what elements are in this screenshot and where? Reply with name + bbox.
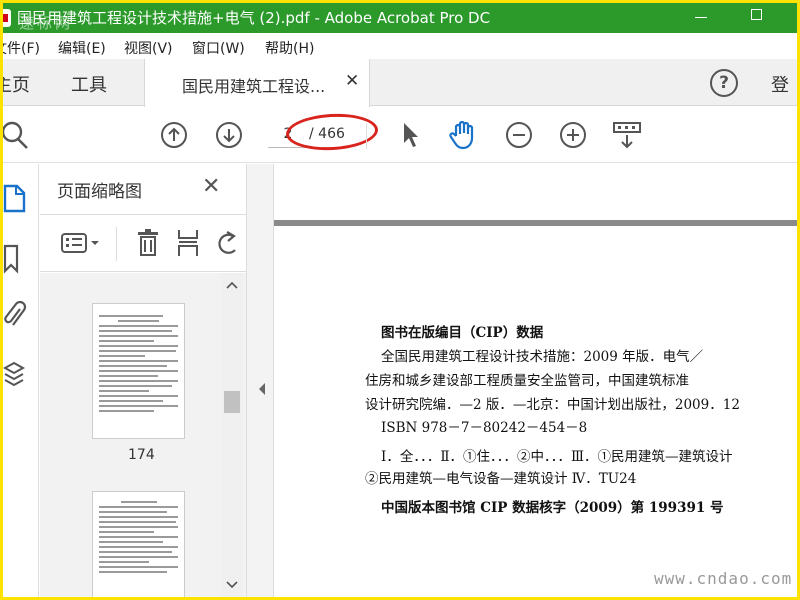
menu-window[interactable]: 窗口(W)	[192, 38, 245, 58]
doc-line-3: 住房和城乡建设部工程质量安全监管司，中国建筑标准	[365, 373, 689, 389]
menu-help[interactable]: 帮助(H)	[265, 38, 314, 58]
zoom-in-icon[interactable]	[560, 122, 586, 148]
pane-tools-separator	[116, 227, 117, 261]
scroll-up-icon[interactable]	[226, 281, 238, 289]
bookmark-icon[interactable]	[3, 244, 23, 274]
insert-page-icon[interactable]	[176, 228, 202, 258]
thumbnail-options-icon[interactable]	[61, 232, 105, 256]
menu-edit[interactable]: 编辑(E)	[58, 38, 106, 58]
pane-splitter[interactable]	[246, 164, 274, 597]
scroll-down-icon[interactable]	[226, 581, 238, 589]
menu-file[interactable]: 文件(F)	[3, 38, 40, 58]
page-thumbnails-icon[interactable]	[3, 184, 27, 214]
select-cursor-icon[interactable]	[400, 121, 420, 149]
doc-line-2: 全国民用建筑工程设计技术措施：2009 年版．电气／	[381, 349, 704, 365]
acrobat-window: 国民用建筑工程设计技术措施+电气 (2).pdf - Adobe Acrobat…	[3, 3, 797, 597]
pane-toolbar	[40, 214, 246, 272]
previous-page-icon[interactable]	[161, 122, 187, 148]
page-thumbnail[interactable]	[92, 491, 185, 597]
title-watermark: 速标网	[19, 14, 74, 32]
page-display-icon[interactable]	[613, 121, 643, 151]
help-icon[interactable]: ?	[710, 69, 738, 97]
document-view: 图书在版编目（CIP）数据 全国民用建筑工程设计技术措施：2009 年版．电气／…	[274, 164, 797, 597]
site-watermark: www.cndao.com	[654, 569, 793, 588]
attachment-icon[interactable]	[3, 300, 27, 334]
scroll-thumb[interactable]	[224, 391, 240, 413]
red-highlight-ellipse	[285, 111, 379, 153]
pane-title: 页面缩略图	[57, 182, 142, 202]
next-page-icon[interactable]	[216, 122, 242, 148]
thumbnail-scrollbar[interactable]	[221, 273, 243, 597]
search-icon[interactable]	[3, 120, 29, 150]
close-pane-icon[interactable]: ✕	[202, 174, 220, 199]
hand-tool-icon[interactable]	[449, 119, 479, 151]
acrobat-app-icon	[3, 9, 11, 27]
login-button[interactable]: 登	[771, 71, 789, 97]
toolbar-separator	[366, 123, 367, 149]
tab-document-label: 国民用建筑工程设...	[182, 77, 326, 96]
tab-document[interactable]: 国民用建筑工程设... ✕	[144, 59, 370, 107]
close-tab-icon[interactable]: ✕	[345, 71, 359, 91]
toolbar: / 466	[3, 107, 797, 163]
delete-page-icon[interactable]	[136, 228, 162, 258]
tab-home[interactable]: 主页	[3, 71, 30, 97]
rotate-page-icon[interactable]	[215, 228, 241, 258]
tab-bar: 主页 工具 国民用建筑工程设... ✕ ? 登	[3, 59, 797, 107]
minimize-icon[interactable]	[695, 17, 707, 18]
window-title: 国民用建筑工程设计技术措施+电气 (2).pdf - Adobe Acrobat…	[17, 9, 491, 27]
doc-line-7: ②民用建筑—电气设备—建筑设计 Ⅳ．TU24	[365, 471, 637, 487]
page-thumbnails-pane: 页面缩略图 ✕ 174	[40, 164, 246, 597]
thumbnail-page-label: 174	[128, 447, 155, 463]
menu-bar: 文件(F) 编辑(E) 视图(V) 窗口(W) 帮助(H)	[3, 33, 797, 59]
menu-view[interactable]: 视图(V)	[124, 38, 173, 58]
thumbnail-list: 174	[40, 273, 246, 597]
tab-tools[interactable]: 工具	[71, 71, 107, 97]
left-rail	[3, 164, 39, 597]
doc-line-1: 图书在版编目（CIP）数据	[381, 325, 544, 341]
title-bar: 国民用建筑工程设计技术措施+电气 (2).pdf - Adobe Acrobat…	[3, 3, 797, 33]
maximize-icon[interactable]	[751, 9, 762, 20]
layers-icon[interactable]	[3, 360, 27, 390]
doc-line-5: ISBN 978－7－80242－454－8	[381, 420, 588, 436]
page-thumbnail[interactable]	[92, 303, 185, 439]
collapse-pane-icon[interactable]	[257, 382, 267, 396]
zoom-out-icon[interactable]	[506, 122, 532, 148]
doc-line-6: Ⅰ．全．．．Ⅱ．①住．．．②中．．．Ⅲ．①民用建筑—建筑设计	[381, 449, 733, 465]
doc-line-8: 中国版本图书馆 CIP 数据核字（2009）第 199391 号	[381, 500, 724, 516]
document-page: 图书在版编目（CIP）数据 全国民用建筑工程设计技术措施：2009 年版．电气／…	[274, 226, 797, 597]
doc-line-4: 设计研究院编．—2 版．—北京：中国计划出版社，2009．12	[365, 397, 740, 413]
